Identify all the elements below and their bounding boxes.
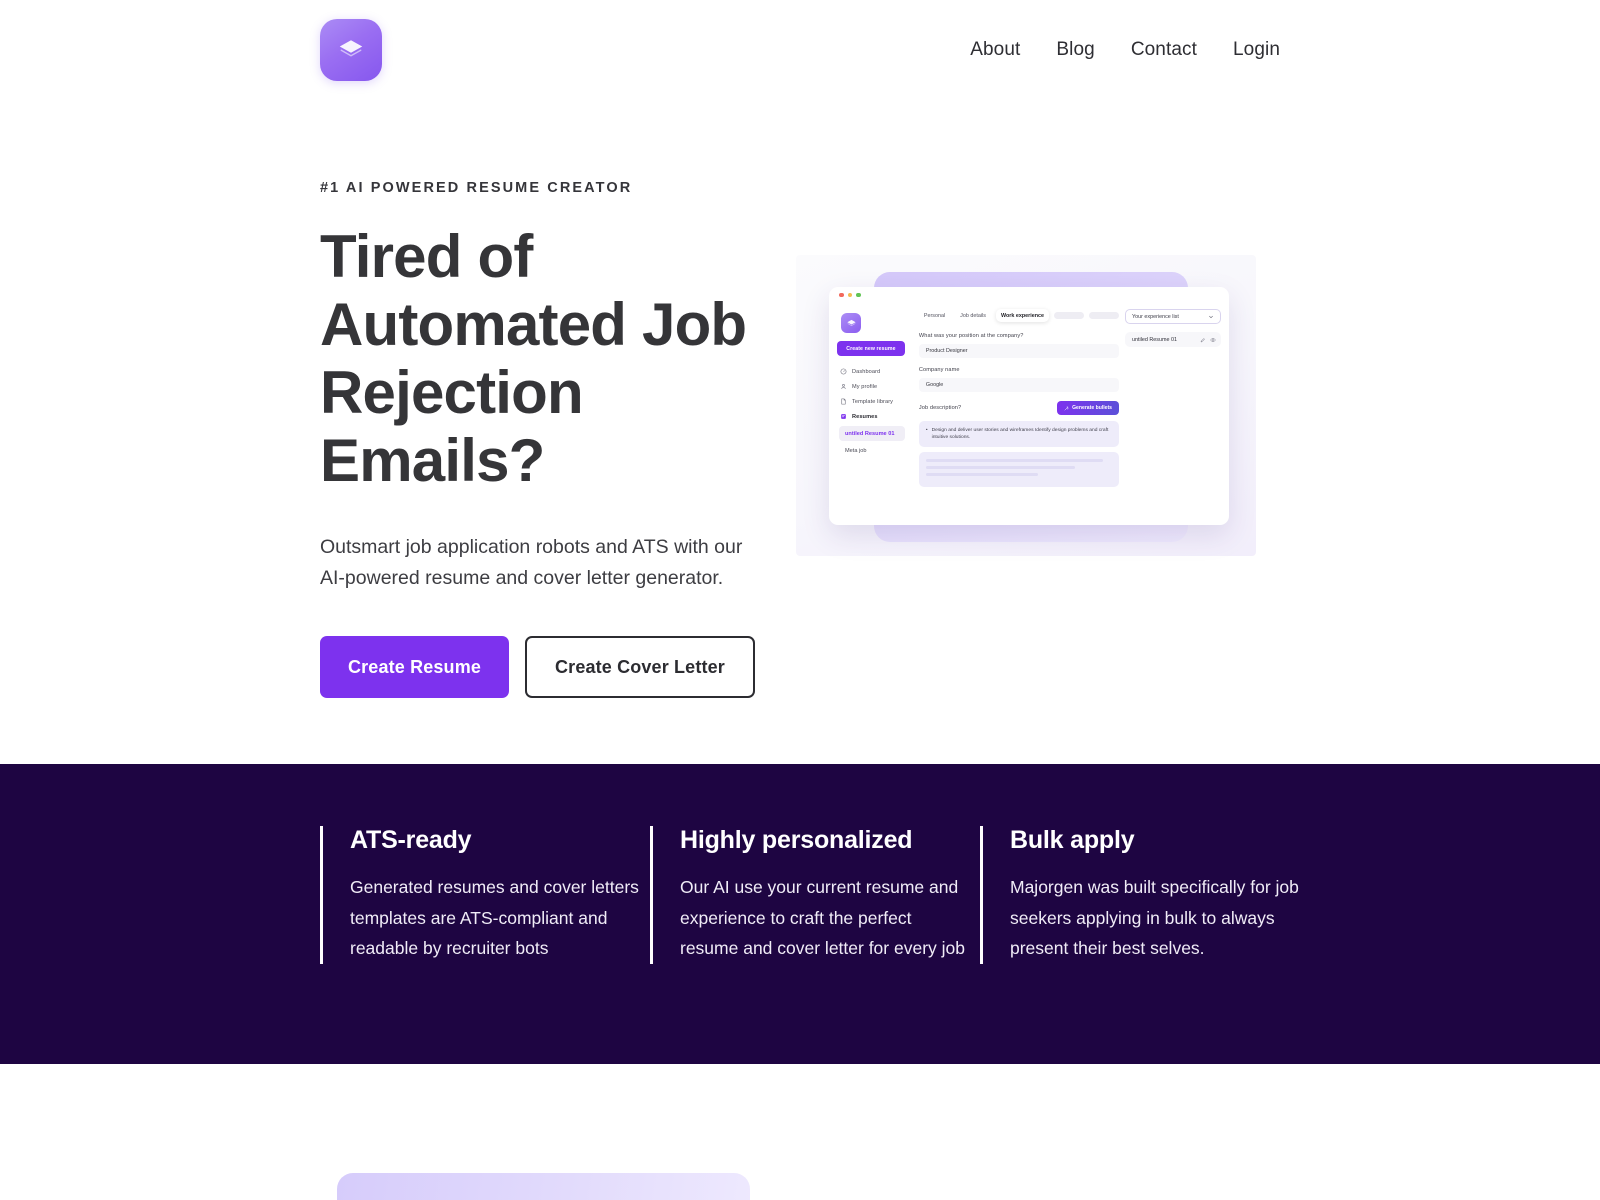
bullet-text: Design and deliver user stories and wire… [931, 428, 1109, 440]
window-maximize-dot [856, 292, 861, 298]
experience-list-label: Your experience list [1132, 313, 1179, 320]
mockup-sidebar-label: My profile [852, 383, 878, 390]
placeholder-skeleton [918, 452, 1119, 487]
pencil-icon[interactable] [1200, 337, 1206, 343]
features-section: ATS-ready Generated resumes and cover le… [0, 764, 1600, 1064]
brand-logo[interactable] [320, 19, 382, 81]
dashboard-icon [840, 368, 847, 375]
mockup-body: Create new resume Dashboard My profile T… [829, 303, 1229, 525]
resume-item-label: untiled Resume 01 [1132, 336, 1177, 343]
feature-card-ats-ready: ATS-ready Generated resumes and cover le… [320, 826, 642, 964]
feature-title: ATS-ready [350, 826, 472, 854]
mockup-sidebar-label: Template library [852, 398, 894, 405]
description-row: Job description? Generate bullets [919, 401, 1119, 415]
chevron-down-icon [1209, 315, 1213, 318]
next-section-card [337, 1173, 750, 1200]
site-header: About Blog Contact Login [0, 0, 1600, 100]
nav-link-login[interactable]: Login [1233, 39, 1280, 61]
feature-description: Our AI use your current resume and exper… [680, 877, 965, 958]
tab-job-details[interactable]: Job details [955, 309, 991, 322]
skeleton-line [925, 466, 1075, 469]
generate-bullets-button[interactable]: Generate bullets [1057, 401, 1119, 415]
landing-page: About Blog Contact Login #1 AI POWERED R… [0, 0, 1600, 1200]
user-icon [841, 384, 846, 389]
mockup-sidebar-subitem-untitled-resume[interactable]: untiled Resume 01 [839, 426, 905, 441]
nav-link-about[interactable]: About [970, 39, 1020, 61]
generate-bullets-label: Generate bullets [1072, 405, 1112, 411]
layers-logo-icon [846, 319, 856, 326]
generated-bullets-box: • Design and deliver user stories and wi… [918, 421, 1119, 447]
create-cover-letter-button[interactable]: Create Cover Letter [525, 636, 755, 698]
bullet-item: • Design and deliver user stories and wi… [926, 427, 1112, 441]
feature-card-highly-personalized: Highly personalized Our AI use your curr… [650, 826, 972, 964]
company-field-label: Company name [918, 367, 960, 373]
mockup-sidebar-item-template-library[interactable]: Template library [837, 394, 905, 409]
tab-personal[interactable]: Personal [919, 309, 950, 322]
features-row: ATS-ready Generated resumes and cover le… [320, 826, 1302, 964]
mockup-titlebar [829, 287, 1229, 303]
resume-list-item[interactable]: untiled Resume 01 [1125, 332, 1221, 347]
file-icon [841, 398, 846, 405]
feature-description: Generated resumes and cover letters temp… [350, 877, 639, 958]
mockup-create-resume-button[interactable]: Create new resume [837, 341, 905, 356]
feature-title: Bulk apply [1010, 826, 1135, 854]
skeleton-line [925, 473, 1038, 476]
mockup-sidebar-item-my-profile[interactable]: My profile [837, 379, 905, 394]
page-title: Tired of Automated Job Rejection Emails? [320, 223, 747, 494]
mockup-sidebar-item-resumes[interactable]: Resumes [837, 409, 905, 424]
company-input[interactable]: Google [918, 378, 1119, 392]
mockup-sidebar-subitem-meta-job[interactable]: Meta job [839, 443, 905, 458]
mockup-sidebar: Create new resume Dashboard My profile T… [829, 303, 913, 525]
layers-logo-icon [339, 40, 363, 57]
hero-subtitle: Outsmart job application robots and ATS … [320, 536, 743, 589]
bullet-marker: • [925, 428, 928, 433]
mockup-tabs: Personal Job details Work experience [919, 309, 1119, 322]
eye-icon[interactable] [1210, 337, 1216, 343]
feature-card-bulk-apply: Bulk apply Majorgen was built specifical… [980, 826, 1302, 964]
description-field-label: Job description? [918, 405, 962, 411]
main-nav: About Blog Contact Login [970, 39, 1280, 61]
mockup-main-panel: Personal Job details Work experience Wha… [913, 303, 1229, 525]
position-field-label: What was your position at the company? [918, 333, 1024, 339]
tab-placeholder[interactable] [1054, 312, 1084, 319]
mockup-sidebar-label: Dashboard [852, 368, 881, 375]
mockup-brand-logo [841, 313, 861, 333]
hero-section: #1 AI POWERED RESUME CREATOR Tired of Au… [0, 100, 1600, 764]
position-input[interactable]: Product Designer [918, 344, 1119, 358]
nav-link-contact[interactable]: Contact [1131, 39, 1197, 61]
feature-title: Highly personalized [680, 826, 913, 854]
tab-placeholder[interactable] [1089, 312, 1119, 319]
mockup-form: Personal Job details Work experience Wha… [918, 309, 1119, 525]
hero-cta-group: Create Resume Create Cover Letter [320, 636, 790, 698]
magic-wand-icon [1064, 405, 1069, 410]
window-close-dot [839, 292, 844, 298]
feature-description: Majorgen was built specifically for job … [1010, 877, 1299, 958]
nav-link-blog[interactable]: Blog [1056, 39, 1094, 61]
app-preview-mockup: Create new resume Dashboard My profile T… [796, 255, 1256, 556]
mockup-right-panel: Your experience list untiled Resume 01 [1125, 309, 1221, 525]
mockup-window: Create new resume Dashboard My profile T… [829, 287, 1229, 525]
hero-copy: #1 AI POWERED RESUME CREATOR Tired of Au… [320, 180, 790, 698]
skeleton-line [925, 459, 1103, 462]
experience-list-select[interactable]: Your experience list [1125, 309, 1221, 324]
mockup-sidebar-label: Resumes [852, 413, 878, 420]
mockup-sidebar-item-dashboard[interactable]: Dashboard [837, 364, 905, 379]
create-resume-button[interactable]: Create Resume [320, 636, 510, 698]
tab-work-experience[interactable]: Work experience [995, 309, 1049, 322]
window-minimize-dot [847, 292, 852, 298]
resumes-icon [841, 414, 846, 419]
hero-eyebrow: #1 AI POWERED RESUME CREATOR [320, 180, 633, 196]
resume-item-actions [1200, 337, 1216, 343]
